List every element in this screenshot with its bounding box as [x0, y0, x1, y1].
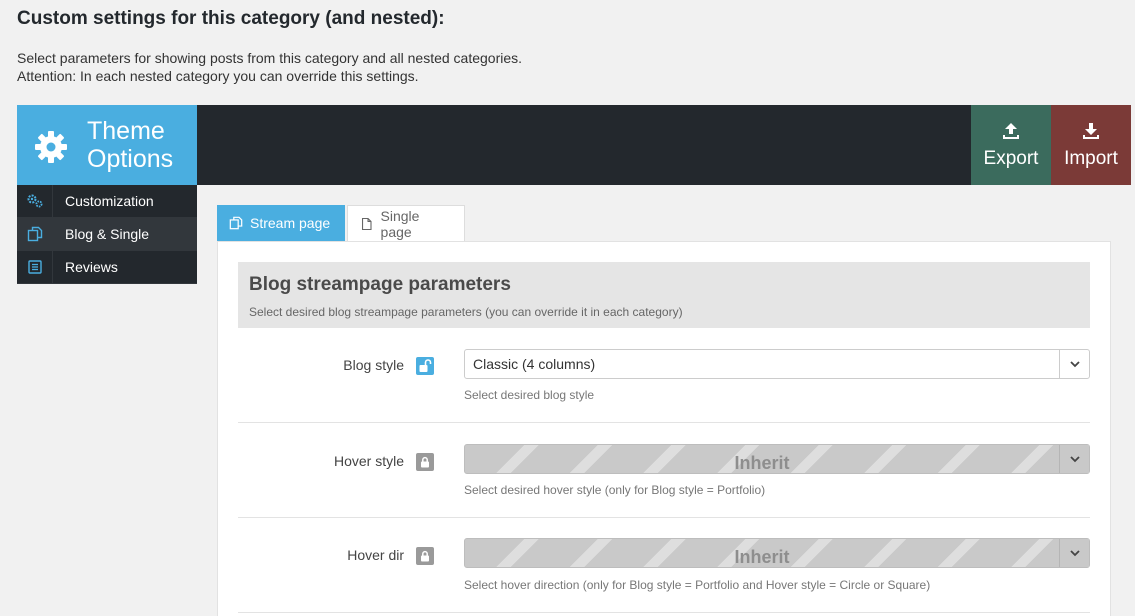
tab-label: Single page — [380, 207, 420, 240]
tab-stream-page[interactable]: Stream page — [217, 205, 345, 241]
settings-panel: Blog streampage parameters Select desire… — [217, 241, 1111, 616]
import-button[interactable]: Import — [1051, 105, 1131, 185]
section-subtitle: Select desired blog streampage parameter… — [249, 305, 683, 319]
select-value: Classic (4 columns) — [473, 356, 596, 372]
sidebar-item-label: Customization — [65, 193, 154, 209]
tab-single-page[interactable]: Single page — [347, 205, 465, 241]
sidebar-item-reviews[interactable]: Reviews — [17, 250, 197, 284]
chevron-down-icon — [1059, 539, 1089, 567]
sidebar-item-label: Reviews — [65, 259, 118, 275]
sidebar-item-label: Blog & Single — [65, 226, 150, 242]
gear-icon — [35, 131, 67, 163]
field-row-hover-style: Hover style Inherit Select desired hover… — [238, 423, 1090, 518]
field-hint: Select desired hover style (only for Blo… — [464, 483, 766, 497]
field-label: Hover dir — [347, 547, 404, 563]
import-icon — [1083, 123, 1099, 139]
import-label: Import — [1064, 148, 1118, 169]
page-description: Select parameters for showing posts from… — [17, 49, 522, 85]
title-line: Options — [87, 145, 174, 173]
file-icon — [361, 217, 372, 230]
sidebar: Customization Blog & Single Reviews — [17, 184, 197, 284]
copy-icon — [229, 216, 243, 230]
field-label: Hover style — [333, 453, 404, 469]
gears-icon — [17, 184, 53, 218]
chevron-down-icon — [1059, 350, 1089, 378]
sidebar-item-blog-single[interactable]: Blog & Single — [17, 217, 197, 251]
sidebar-item-customization[interactable]: Customization — [17, 184, 197, 218]
tab-label: Stream page — [250, 215, 331, 231]
description-line: Select parameters for showing posts from… — [17, 50, 523, 66]
field-row-blog-style: Blog style Classic (4 columns) Select de… — [238, 328, 1090, 423]
hover-style-select[interactable]: Inherit — [464, 444, 1090, 474]
chevron-down-icon — [1059, 445, 1089, 473]
lock-icon[interactable] — [416, 453, 434, 471]
section-header: Blog streampage parameters Select desire… — [238, 262, 1090, 328]
lock-icon[interactable] — [416, 547, 434, 565]
theme-options-logo: Theme Options — [17, 105, 197, 185]
select-value: Inherit — [734, 547, 790, 567]
field-hint: Select hover direction (only for Blog st… — [464, 578, 931, 592]
unlock-icon[interactable] — [416, 357, 434, 375]
field-label: Blog style — [343, 357, 404, 373]
copy-icon — [17, 217, 53, 251]
title-line: Theme — [87, 117, 165, 145]
theme-options-header: Theme Options Export Import — [17, 105, 1131, 185]
section-title: Blog streampage parameters — [249, 274, 511, 295]
theme-options-title: Theme Options — [87, 117, 173, 173]
field-row-hover-dir: Hover dir Inherit Select hover direction… — [238, 518, 1090, 613]
export-button[interactable]: Export — [971, 105, 1051, 185]
select-value: Inherit — [734, 453, 790, 473]
list-icon — [17, 250, 53, 284]
export-icon — [1003, 123, 1019, 139]
export-label: Export — [983, 148, 1039, 169]
blog-style-select[interactable]: Classic (4 columns) — [464, 349, 1090, 379]
page-heading: Custom settings for this category (and n… — [17, 8, 445, 29]
description-line: Attention: In each nested category you c… — [17, 68, 419, 84]
hover-dir-select[interactable]: Inherit — [464, 538, 1090, 568]
field-hint: Select desired blog style — [464, 388, 595, 402]
